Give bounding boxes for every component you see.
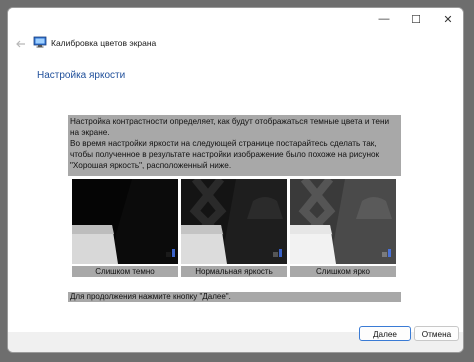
brightness-sample-dark (72, 179, 178, 264)
back-button[interactable] (14, 37, 28, 51)
page-heading: Настройка яркости (37, 70, 126, 81)
caption-too-dark: Слишком темно (72, 266, 178, 277)
minimize-button[interactable]: — (368, 8, 400, 30)
intro-paragraph-1: Настройка контрастности определяет, как … (70, 117, 390, 137)
cancel-button[interactable]: Отмена (414, 326, 459, 341)
sample-image-too-bright (290, 179, 396, 264)
calibration-window: — ☐ ✕ Калибровка цветов экрана Настройка… (7, 7, 464, 353)
next-button[interactable]: Далее (359, 326, 411, 341)
title-bar: — ☐ ✕ Калибровка цветов экрана (8, 8, 463, 53)
display-color-icon (33, 36, 47, 48)
minimize-icon: — (378, 13, 390, 25)
back-arrow-icon (16, 40, 25, 48)
sample-image-too-dark (72, 179, 178, 264)
intro-paragraph-2: Во время настройки яркости на следующей … (70, 139, 380, 170)
info-text: Настройка контрастности определяет, как … (70, 116, 400, 171)
maximize-icon: ☐ (411, 13, 421, 26)
close-icon: ✕ (443, 13, 453, 26)
caption-normal: Нормальная яркость (181, 266, 287, 277)
maximize-button[interactable]: ☐ (400, 8, 432, 30)
sample-image-normal (181, 179, 287, 264)
caption-too-bright: Слишком ярко (290, 266, 396, 277)
close-button[interactable]: ✕ (432, 8, 463, 30)
brightness-sample-bright (290, 179, 396, 264)
window-title: Калибровка цветов экрана (51, 38, 157, 48)
brightness-sample-normal (181, 179, 287, 264)
hint-text: Для продолжения нажмите кнопку "Далее". (70, 292, 231, 301)
